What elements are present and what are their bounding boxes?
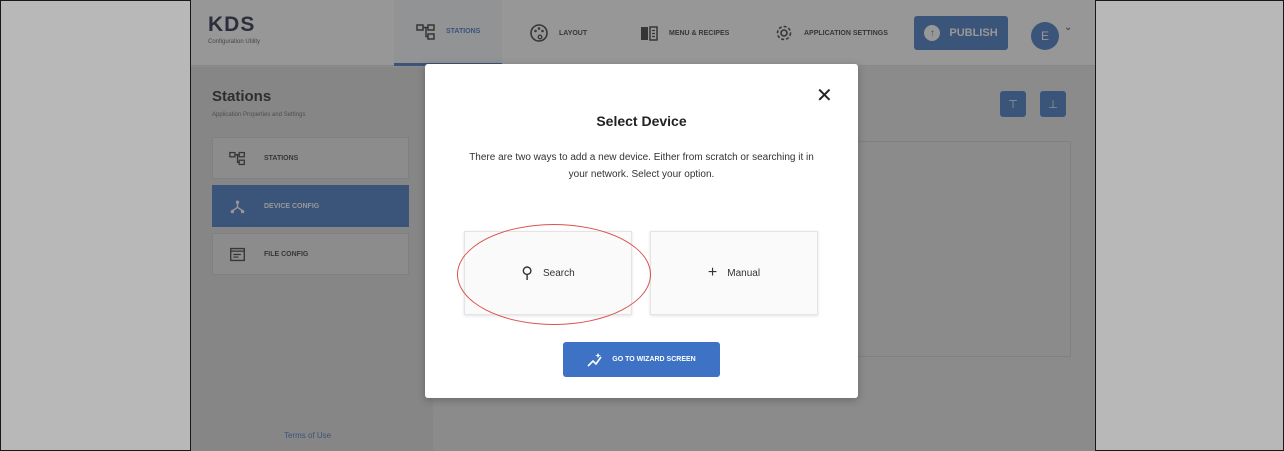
tab-application-settings[interactable]: APPLICATION SETTINGS (752, 0, 910, 66)
upload-circle-icon: ↑ (924, 25, 941, 41)
app-logo: KDS Configuration Utility (208, 13, 261, 46)
tab-menu-recipes-label: MENU & RECIPES (669, 29, 730, 37)
sidebar-item-label: DEVICE CONFIG (264, 202, 320, 210)
go-to-wizard-button[interactable]: GO TO WIZARD SCREEN (563, 342, 720, 377)
sidebar-item-label: STATIONS (264, 154, 299, 162)
sidebar-item-label: FILE CONFIG (264, 250, 309, 258)
upload-button[interactable]: ⊤ (1000, 91, 1026, 117)
publish-label: PUBLISH (949, 27, 998, 39)
tab-layout-label: LAYOUT (559, 29, 588, 37)
dialog-title: Select Device (596, 113, 687, 129)
stations-icon (416, 23, 435, 40)
sidebar-item-device-config[interactable]: DEVICE CONFIG (212, 185, 409, 227)
manual-option-label: Manual (727, 267, 761, 279)
sidebar-title: Stations (212, 88, 272, 105)
top-header: KDS Configuration Utility STATIONS LAYOU… (191, 0, 1095, 66)
book-icon (641, 26, 658, 41)
palette-icon (530, 24, 548, 42)
tab-stations-label: STATIONS (446, 28, 481, 35)
avatar[interactable]: E (1031, 22, 1059, 50)
tab-menu-recipes[interactable]: MENU & RECIPES (617, 0, 751, 66)
search-highlight-annotation (457, 224, 651, 325)
logo-title: KDS (208, 13, 256, 36)
sidebar: Stations Application Properties and Sett… (191, 67, 433, 451)
gear-icon (776, 25, 792, 41)
wizard-button-label: GO TO WIZARD SCREEN (612, 356, 696, 363)
tab-layout[interactable]: LAYOUT (507, 0, 609, 66)
publish-button[interactable]: ↑ PUBLISH (914, 16, 1008, 50)
wizard-icon (587, 352, 602, 367)
file-icon (230, 247, 245, 261)
select-device-dialog: ✕ Select Device There are two ways to ad… (425, 64, 858, 398)
close-icon[interactable]: ✕ (816, 86, 833, 106)
sidebar-subtitle: Application Properties and Settings (212, 112, 306, 118)
tab-stations[interactable]: STATIONS (394, 0, 503, 66)
logo-subtitle: Configuration Utility (208, 39, 261, 45)
dialog-description: There are two ways to add a new device. … (469, 152, 814, 180)
stations-icon (229, 151, 245, 165)
download-button[interactable]: ⊥ (1040, 91, 1066, 117)
tab-application-settings-label: APPLICATION SETTINGS (804, 29, 888, 37)
sidebar-item-stations[interactable]: STATIONS (212, 137, 409, 179)
chevron-down-icon[interactable]: ⌄ (1064, 22, 1072, 33)
terms-of-use-link[interactable]: Terms of Use (284, 431, 331, 440)
network-icon (230, 200, 245, 213)
sidebar-item-file-config[interactable]: FILE CONFIG (212, 233, 409, 275)
plus-icon: + (707, 264, 718, 281)
manual-option-card[interactable]: + Manual (650, 231, 818, 315)
